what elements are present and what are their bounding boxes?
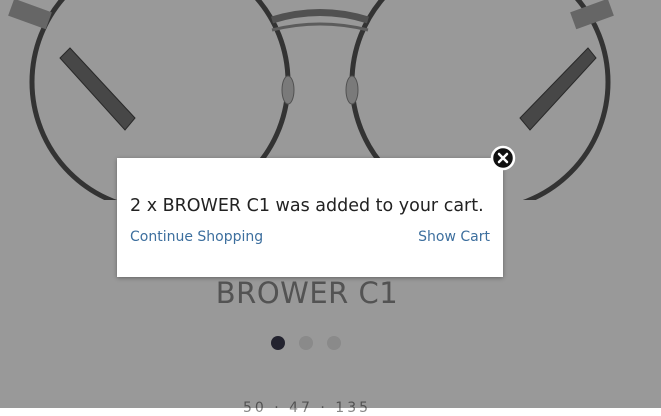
cart-confirmation-message: 2 x BROWER C1 was added to your cart. <box>130 196 484 216</box>
modal-close-button[interactable] <box>490 145 516 171</box>
continue-shopping-link[interactable]: Continue Shopping <box>130 229 263 245</box>
show-cart-link[interactable]: Show Cart <box>418 229 490 245</box>
added-to-cart-modal: 2 x BROWER C1 was added to your cart. Co… <box>117 158 503 277</box>
close-icon <box>490 145 516 171</box>
